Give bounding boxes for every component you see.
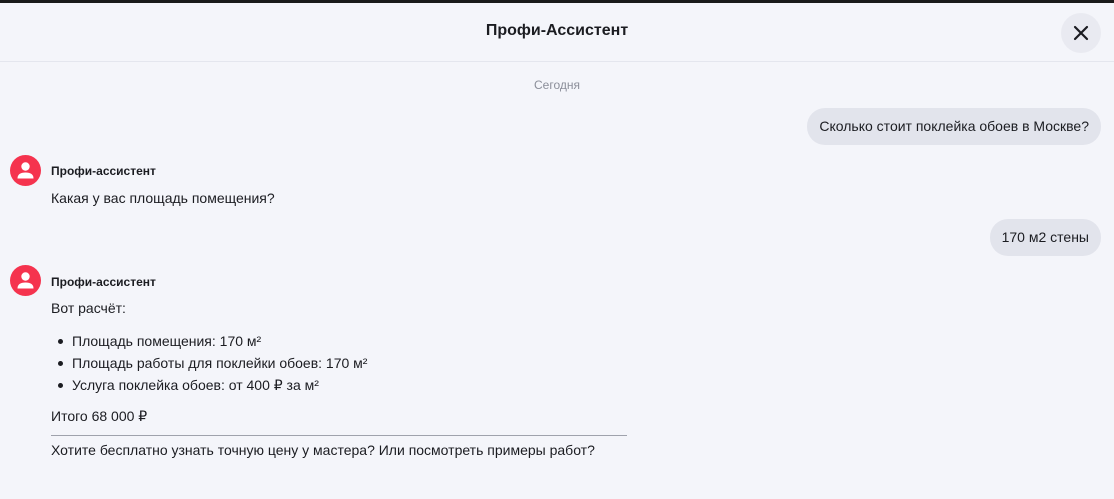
date-separator: Сегодня [534,78,580,92]
assistant-sender-name: Профи-ассистент [51,164,156,178]
list-item-text: Площадь помещения: 170 м² [72,333,262,349]
list-item: Площадь работы для поклейки обоев: 170 м… [51,352,367,374]
chat-header: Профи-Ассистент [0,3,1114,62]
assistant-avatar-icon [10,265,41,296]
follow-up-question: Хотите бесплатно узнать точную цену у ма… [51,442,595,458]
list-item-text: Услуга поклейка обоев: от 400 ₽ за м² [72,377,319,393]
close-icon [1073,25,1089,41]
bullet-icon [58,339,63,344]
user-message: Сколько стоит поклейка обоев в Москве? [807,108,1101,145]
assistant-sender-name: Профи-ассистент [51,275,156,289]
list-item: Услуга поклейка обоев: от 400 ₽ за м² [51,374,367,396]
estimate-total: Итого 68 000 ₽ [51,408,148,424]
assistant-message: Какая у вас площадь помещения? [51,190,275,206]
assistant-avatar-icon [10,155,41,186]
close-button[interactable] [1061,13,1101,53]
list-item: Площадь помещения: 170 м² [51,330,367,352]
message-divider [51,435,627,436]
assistant-message-intro: Вот расчёт: [51,300,126,316]
bullet-icon [58,383,63,388]
chat-title: Профи-Ассистент [485,22,629,39]
bullet-icon [58,361,63,366]
estimate-list: Площадь помещения: 170 м² Площадь работы… [51,330,367,396]
list-item-text: Площадь работы для поклейки обоев: 170 м… [72,355,368,371]
user-message: 170 м2 стены [989,219,1101,256]
